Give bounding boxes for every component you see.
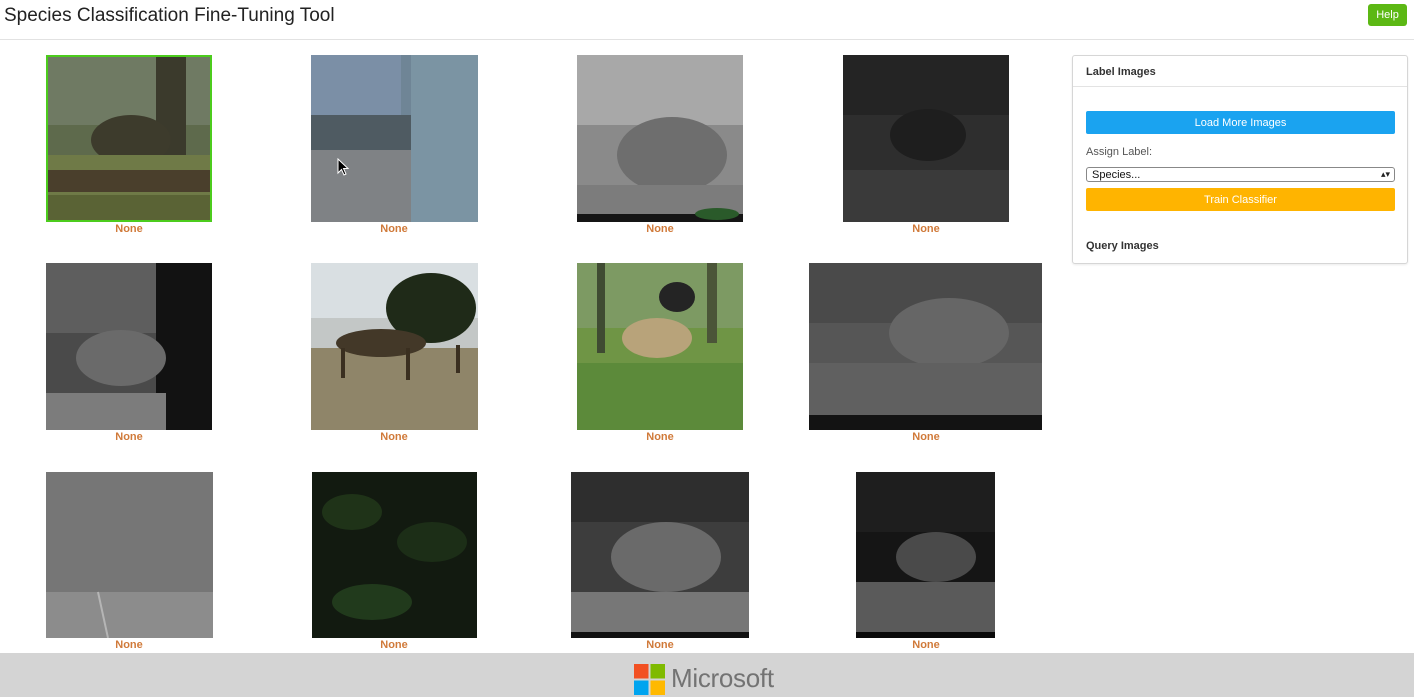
image-thumbnail[interactable] bbox=[312, 472, 477, 638]
panel-heading: Label Images bbox=[1073, 56, 1407, 87]
microsoft-logo-icon bbox=[634, 664, 665, 695]
species-select[interactable]: Species... ▴▾ bbox=[1086, 167, 1395, 182]
image-thumbnail[interactable] bbox=[46, 263, 212, 430]
image-label: None bbox=[912, 639, 940, 651]
image-thumbnail[interactable] bbox=[843, 55, 1009, 222]
footer: Microsoft bbox=[0, 653, 1414, 697]
image-thumbnail[interactable] bbox=[46, 472, 213, 638]
image-thumbnail[interactable] bbox=[577, 263, 743, 430]
mouse-cursor-icon bbox=[337, 158, 350, 176]
image-label: None bbox=[912, 431, 940, 443]
load-more-images-button[interactable]: Load More Images bbox=[1086, 111, 1395, 134]
label-images-panel: Label Images Load More Images Assign Lab… bbox=[1072, 55, 1408, 264]
microsoft-brand-text: Microsoft bbox=[671, 663, 774, 693]
query-images-heading[interactable]: Query Images bbox=[1086, 240, 1159, 252]
image-thumbnail[interactable] bbox=[856, 472, 995, 638]
image-thumbnail[interactable] bbox=[46, 55, 212, 222]
assign-label-text: Assign Label: bbox=[1086, 146, 1153, 158]
image-label: None bbox=[115, 431, 143, 443]
image-thumbnail[interactable] bbox=[809, 263, 1042, 430]
species-select-value: Species... bbox=[1092, 169, 1141, 181]
image-label: None bbox=[380, 431, 408, 443]
image-label: None bbox=[646, 223, 674, 235]
train-classifier-button[interactable]: Train Classifier bbox=[1086, 188, 1395, 211]
image-thumbnail[interactable] bbox=[571, 472, 749, 638]
image-label: None bbox=[646, 639, 674, 651]
image-label: None bbox=[115, 639, 143, 651]
image-label: None bbox=[646, 431, 674, 443]
image-label: None bbox=[380, 223, 408, 235]
image-label: None bbox=[115, 223, 143, 235]
image-label: None bbox=[380, 639, 408, 651]
image-thumbnail[interactable] bbox=[311, 263, 478, 430]
app-header: Species Classification Fine-Tuning Tool … bbox=[0, 0, 1414, 40]
image-thumbnail[interactable] bbox=[311, 55, 478, 222]
image-thumbnail[interactable] bbox=[577, 55, 743, 222]
page-title: Species Classification Fine-Tuning Tool bbox=[4, 5, 335, 26]
help-button[interactable]: Help bbox=[1368, 4, 1407, 26]
image-label: None bbox=[912, 223, 940, 235]
select-arrows-icon: ▴▾ bbox=[1380, 169, 1390, 179]
